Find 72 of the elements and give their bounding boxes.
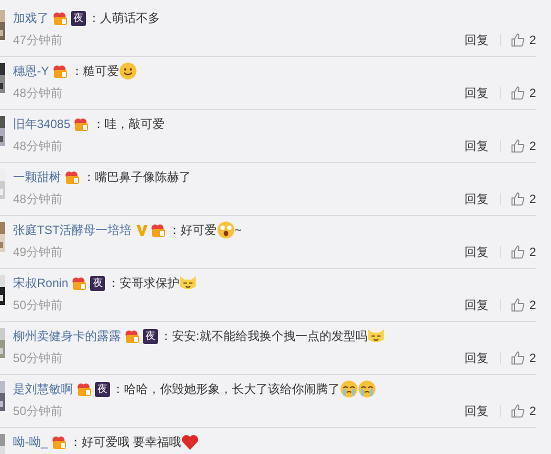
like-button[interactable]: 2 [511, 86, 536, 100]
user-name[interactable]: 穗恩-Y [13, 62, 49, 80]
reply-link[interactable]: 回复 [464, 296, 488, 314]
comment-text: ：哇，敲可爱 [92, 116, 164, 132]
comment-text: ：人萌话不多 [88, 10, 160, 26]
vip-icon [53, 11, 68, 25]
comment-time: 48分钟前 [13, 138, 64, 154]
shocked-face-icon [217, 222, 234, 238]
thumbs-up-icon [511, 86, 526, 100]
user-name[interactable]: 是刘慧敏啊 [13, 380, 73, 398]
comment-time: 50分钟前 [13, 350, 64, 366]
vip-icon [150, 223, 166, 237]
vip-icon [52, 435, 67, 449]
comment-time: 47分钟前 [13, 32, 64, 48]
smiley-icon [120, 62, 136, 80]
comment-text: ：安哥求保护 [107, 274, 180, 292]
vip-icon [53, 64, 68, 78]
vip-icon [125, 329, 140, 343]
thumbs-up-icon [511, 139, 526, 153]
comment-text: ：嘴巴鼻子像陈赫了 [83, 168, 191, 186]
comment-text: ：糙可爱 [71, 62, 119, 80]
night-badge: 夜 [95, 382, 110, 396]
reply-link[interactable]: 回复 [464, 84, 488, 102]
thumbs-up-icon [511, 245, 526, 259]
thumbs-up-icon [511, 351, 526, 365]
comment-text: ：好可爱哦 要幸福哦 [70, 434, 182, 450]
comment-text: ：哈哈，你毁她形象，长大了该给你闹腾了 [112, 380, 340, 398]
like-button[interactable]: 2 [511, 351, 536, 365]
like-button[interactable]: 2 [511, 33, 536, 47]
thumbs-up-icon [511, 298, 526, 312]
cat-face-icon [368, 329, 384, 342]
night-badge: 夜 [71, 10, 86, 26]
like-button[interactable]: 2 [511, 404, 536, 418]
comment-time: 50分钟前 [13, 402, 64, 420]
like-button[interactable]: 2 [511, 192, 536, 206]
vip-icon [72, 276, 88, 290]
thumbs-up-icon [511, 33, 526, 47]
like-button[interactable]: 2 [511, 245, 536, 259]
reply-link[interactable]: 回复 [464, 32, 488, 48]
vip-icon [65, 170, 80, 184]
comment-text: ：好可爱 [168, 222, 217, 238]
night-badge: 夜 [143, 328, 158, 344]
like-button[interactable]: 2 [511, 139, 536, 153]
heart-icon [182, 435, 198, 450]
crying-face-icon [358, 380, 376, 398]
user-name[interactable]: 呦-呦_ [13, 434, 48, 450]
verified-icon [136, 224, 148, 236]
comment-text: ~ [234, 223, 242, 237]
vip-icon [77, 382, 92, 396]
comment-text: ：安安:就不能给我换个拽一点的发型吗 [160, 328, 368, 344]
user-name[interactable]: 宋叔Ronin [13, 274, 68, 292]
reply-link[interactable]: 回复 [464, 138, 488, 154]
reply-link[interactable]: 回复 [464, 244, 488, 260]
user-name[interactable]: 加戏了 [13, 10, 49, 26]
user-name[interactable]: 一颗甜树 [13, 168, 61, 186]
comment-time: 48分钟前 [13, 190, 64, 208]
thumbs-up-icon [511, 404, 526, 418]
user-name[interactable]: 张庭TST活酵母一培培 [13, 222, 132, 238]
reply-link[interactable]: 回复 [464, 402, 488, 420]
comment-time: 50分钟前 [13, 296, 64, 314]
reply-link[interactable]: 回复 [464, 350, 488, 366]
night-badge: 夜 [90, 276, 106, 290]
crying-face-icon [340, 380, 358, 398]
user-name[interactable]: 旧年34085 [13, 116, 70, 132]
comment-time: 48分钟前 [13, 84, 64, 102]
cat-face-icon [180, 276, 196, 290]
comment-time: 49分钟前 [13, 244, 64, 260]
like-button[interactable]: 2 [511, 298, 536, 312]
thumbs-up-icon [511, 192, 526, 206]
vip-icon [74, 117, 90, 131]
reply-link[interactable]: 回复 [464, 190, 488, 208]
user-name[interactable]: 柳州卖健身卡的露露 [13, 328, 121, 344]
